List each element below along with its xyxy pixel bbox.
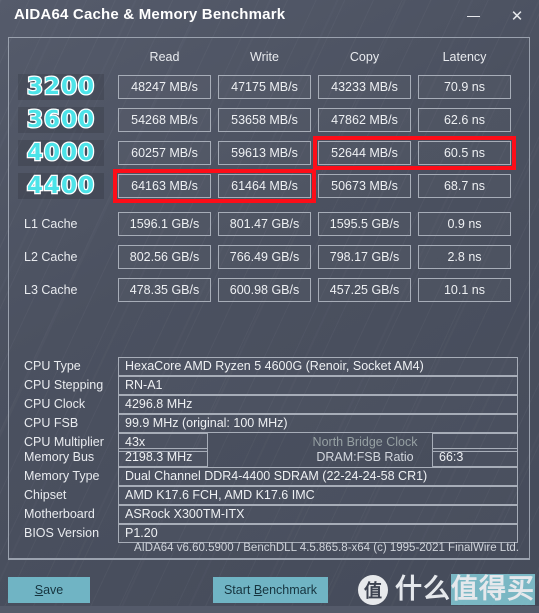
window-title: AIDA64 Cache & Memory Benchmark <box>14 6 286 23</box>
result-cell: 43233 MB/s <box>318 75 411 99</box>
result-cell: 1595.5 GB/s <box>318 212 411 236</box>
column-header-read: Read <box>149 50 180 64</box>
result-cell: 478.35 GB/s <box>118 278 211 302</box>
result-cell: 59613 MB/s <box>218 141 311 165</box>
smzdm-badge-icon: 值 <box>358 575 388 605</box>
memory-bus-label: Memory Bus <box>24 450 95 464</box>
result-cell: 53658 MB/s <box>218 108 311 132</box>
version-credit-text: AIDA64 v6.60.5900 / BenchDLL 4.5.865.8-x… <box>133 542 519 554</box>
result-cell: 798.17 GB/s <box>318 245 411 269</box>
window-bottom-edge <box>0 606 539 613</box>
result-cell: 766.49 GB/s <box>218 245 311 269</box>
result-cell: 457.25 GB/s <box>318 278 411 302</box>
column-header-latency: Latency <box>442 50 487 64</box>
memory-bus-value: 2198.3 MHz <box>118 448 208 467</box>
smzdm-watermark-text: 什么值得买 <box>395 574 535 605</box>
result-cell: 47175 MB/s <box>218 75 311 99</box>
result-cell: 70.9 ns <box>418 75 511 99</box>
dram-fsb-ratio-label: DRAM:FSB Ratio <box>316 450 414 464</box>
dram-fsb-ratio-value: 66:3 <box>432 448 518 467</box>
chipset-value: AMD K17.6 FCH, AMD K17.6 IMC <box>118 486 518 505</box>
column-header-copy: Copy <box>349 50 380 64</box>
result-cell: 2.8 ns <box>418 245 511 269</box>
result-cell: 47862 MB/s <box>318 108 411 132</box>
result-cell: 50673 MB/s <box>318 174 411 198</box>
result-cell: 600.98 GB/s <box>218 278 311 302</box>
result-cell: 68.7 ns <box>418 174 511 198</box>
result-cell: 60.5 ns <box>418 141 511 165</box>
close-icon: ✕ <box>510 7 524 25</box>
result-cell: 1596.1 GB/s <box>118 212 211 236</box>
result-cell: 60257 MB/s <box>118 141 211 165</box>
cpu-clock-value: 4296.8 MHz <box>118 395 518 414</box>
cpu-fsb-label: CPU FSB <box>24 416 79 430</box>
row-label-l1-cache: L1 Cache <box>24 217 78 231</box>
frequency-overlay-4400: 4400 <box>18 172 104 200</box>
result-cell: 48247 MB/s <box>118 75 211 99</box>
chipset-label: Chipset <box>24 488 67 502</box>
cpu-fsb-value: 99.9 MHz (original: 100 MHz) <box>118 414 518 433</box>
title-bar: AIDA64 Cache & Memory Benchmark ✕ <box>0 0 539 34</box>
result-cell: 802.56 GB/s <box>118 245 211 269</box>
save-button-label: Save <box>34 583 64 597</box>
result-cell: 801.47 GB/s <box>218 212 311 236</box>
result-cell: 64163 MB/s <box>118 174 211 198</box>
result-cell: 54268 MB/s <box>118 108 211 132</box>
memory-type-value: Dual Channel DDR4-4400 SDRAM (22-24-24-5… <box>118 467 518 486</box>
result-cell: 52644 MB/s <box>318 141 411 165</box>
minimize-icon <box>466 15 480 17</box>
cpu-type-value: HexaCore AMD Ryzen 5 4600G (Renoir, Sock… <box>118 357 518 376</box>
motherboard-value: ASRock X300TM-ITX <box>118 505 518 524</box>
result-cell: 0.9 ns <box>418 212 511 236</box>
minimize-button[interactable] <box>452 0 494 32</box>
motherboard-label: Motherboard <box>24 507 95 521</box>
start-benchmark-button[interactable]: Start Benchmark <box>213 577 328 603</box>
result-cell: 10.1 ns <box>418 278 511 302</box>
save-button[interactable]: Save <box>8 577 90 603</box>
frequency-overlay-3600: 3600 <box>18 106 104 134</box>
cpu-stepping-value: RN-A1 <box>118 376 518 395</box>
credit-box: AIDA64 v6.60.5900 / BenchDLL 4.5.865.8-x… <box>8 537 530 560</box>
memory-type-label: Memory Type <box>24 469 100 483</box>
result-cell: 62.6 ns <box>418 108 511 132</box>
frequency-overlay-3200: 3200 <box>18 73 104 101</box>
result-cell: 61464 MB/s <box>218 174 311 198</box>
cpu-type-label: CPU Type <box>24 359 81 373</box>
close-button[interactable]: ✕ <box>496 0 538 32</box>
cpu-clock-label: CPU Clock <box>24 397 86 411</box>
start-benchmark-button-label: Start Benchmark <box>223 583 318 597</box>
row-label-l3-cache: L3 Cache <box>24 283 78 297</box>
row-label-l2-cache: L2 Cache <box>24 250 78 264</box>
smzdm-watermark: 值 什么值得买 <box>358 570 536 610</box>
column-header-write: Write <box>250 50 279 64</box>
frequency-overlay-4000: 4000 <box>18 139 104 167</box>
cpu-stepping-label: CPU Stepping <box>24 378 104 392</box>
